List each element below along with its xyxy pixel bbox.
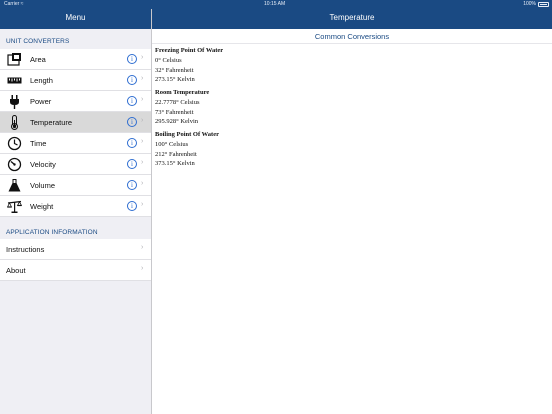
chevron-right-icon: › xyxy=(141,96,144,103)
block-line: 273.15° Kelvin xyxy=(155,76,195,83)
conversion-block-boiling: Boiling Point Of Water 100° Celsius 212°… xyxy=(155,130,219,169)
sidebar-item-area[interactable]: Area i › xyxy=(0,49,151,70)
sidebar-item-label: Weight xyxy=(30,202,54,211)
sidebar-item-weight[interactable]: Weight i › xyxy=(0,196,151,217)
sidebar-item-about[interactable]: About › xyxy=(0,260,151,281)
info-icon[interactable]: i xyxy=(127,201,137,211)
sidebar: UNIT CONVERTERS Area i › Length i › Powe… xyxy=(0,29,151,414)
info-icon[interactable]: i xyxy=(127,117,137,127)
chevron-right-icon: › xyxy=(141,75,144,82)
section-title: Common Conversions xyxy=(314,32,390,41)
sidebar-item-velocity[interactable]: Velocity i › xyxy=(0,154,151,175)
sidebar-title: Menu xyxy=(65,13,86,22)
sidebar-item-label: Area xyxy=(30,55,46,64)
info-icon[interactable]: i xyxy=(127,54,137,64)
block-line: 100° Celsius xyxy=(155,141,189,148)
sidebar-item-instructions[interactable]: Instructions › xyxy=(0,239,151,260)
block-line: 32° Fahrenheit xyxy=(155,66,194,74)
speedometer-icon xyxy=(7,157,22,172)
sidebar-item-length[interactable]: Length i › xyxy=(0,70,151,91)
scale-icon xyxy=(7,199,22,214)
info-icon[interactable]: i xyxy=(127,159,137,169)
sidebar-item-label: Time xyxy=(30,139,47,148)
sidebar-nav-bar: Menu xyxy=(0,9,151,29)
info-icon[interactable]: i xyxy=(127,96,137,106)
block-line: 373.15° Kelvin xyxy=(155,160,195,167)
block-line: 295.928° Kelvin xyxy=(155,118,199,125)
battery-percent: 100% xyxy=(523,1,536,7)
area-icon xyxy=(7,52,22,67)
block-heading: Freezing Point Of Water xyxy=(155,47,224,54)
status-bar: Carrier ≈ 10:15 AM 100% xyxy=(0,0,552,9)
unit-converters-header: UNIT CONVERTERS xyxy=(6,38,70,45)
battery-icon xyxy=(538,2,549,7)
sidebar-item-label: Instructions xyxy=(6,245,45,254)
sidebar-item-label: Volume xyxy=(30,181,56,190)
block-line: 73° Fahrenheit xyxy=(155,108,194,116)
chevron-right-icon: › xyxy=(141,180,144,187)
thermometer-icon xyxy=(7,115,22,130)
block-heading: Room Temperature xyxy=(155,89,210,96)
block-line: 0° Celsius xyxy=(155,57,182,64)
info-icon[interactable]: i xyxy=(127,75,137,85)
chevron-right-icon: › xyxy=(141,244,144,251)
sidebar-item-label: Velocity xyxy=(30,160,56,169)
info-icon[interactable]: i xyxy=(127,180,137,190)
block-line: 22.7778° Celsius xyxy=(155,99,200,106)
chevron-right-icon: › xyxy=(141,201,144,208)
chevron-right-icon: › xyxy=(141,54,144,61)
chevron-right-icon: › xyxy=(141,117,144,124)
sidebar-item-label: Length xyxy=(30,76,53,85)
title-divider xyxy=(152,43,552,44)
status-time: 10:15 AM xyxy=(264,1,286,7)
conversion-block-freezing: Freezing Point Of Water 0° Celsius 32° F… xyxy=(155,46,223,85)
carrier-label: Carrier ≈ xyxy=(4,1,24,7)
sidebar-item-label: Power xyxy=(30,97,52,106)
main-nav-bar: Temperature xyxy=(152,9,552,29)
block-heading: Boiling Point Of Water xyxy=(155,131,219,138)
sidebar-item-label: About xyxy=(6,266,26,275)
sidebar-item-temperature[interactable]: Temperature i › xyxy=(0,112,151,133)
clock-icon xyxy=(7,136,22,151)
chevron-right-icon: › xyxy=(141,265,144,272)
sidebar-item-label: Temperature xyxy=(30,118,73,127)
application-information-header: APPLICATION INFORMATION xyxy=(6,229,98,236)
page-title: Temperature xyxy=(329,13,375,22)
chevron-right-icon: › xyxy=(141,159,144,166)
sidebar-item-power[interactable]: Power i › xyxy=(0,91,151,112)
sidebar-item-volume[interactable]: Volume i › xyxy=(0,175,151,196)
flask-icon xyxy=(7,178,22,193)
conversion-block-room: Room Temperature 22.7778° Celsius 73° Fa… xyxy=(155,88,209,127)
block-line: 212° Fahrenheit xyxy=(155,150,197,158)
info-icon[interactable]: i xyxy=(127,138,137,148)
main-content: Common Conversions Freezing Point Of Wat… xyxy=(152,29,552,414)
plug-icon xyxy=(7,94,22,109)
ruler-icon xyxy=(7,73,22,88)
chevron-right-icon: › xyxy=(141,138,144,145)
sidebar-item-time[interactable]: Time i › xyxy=(0,133,151,154)
